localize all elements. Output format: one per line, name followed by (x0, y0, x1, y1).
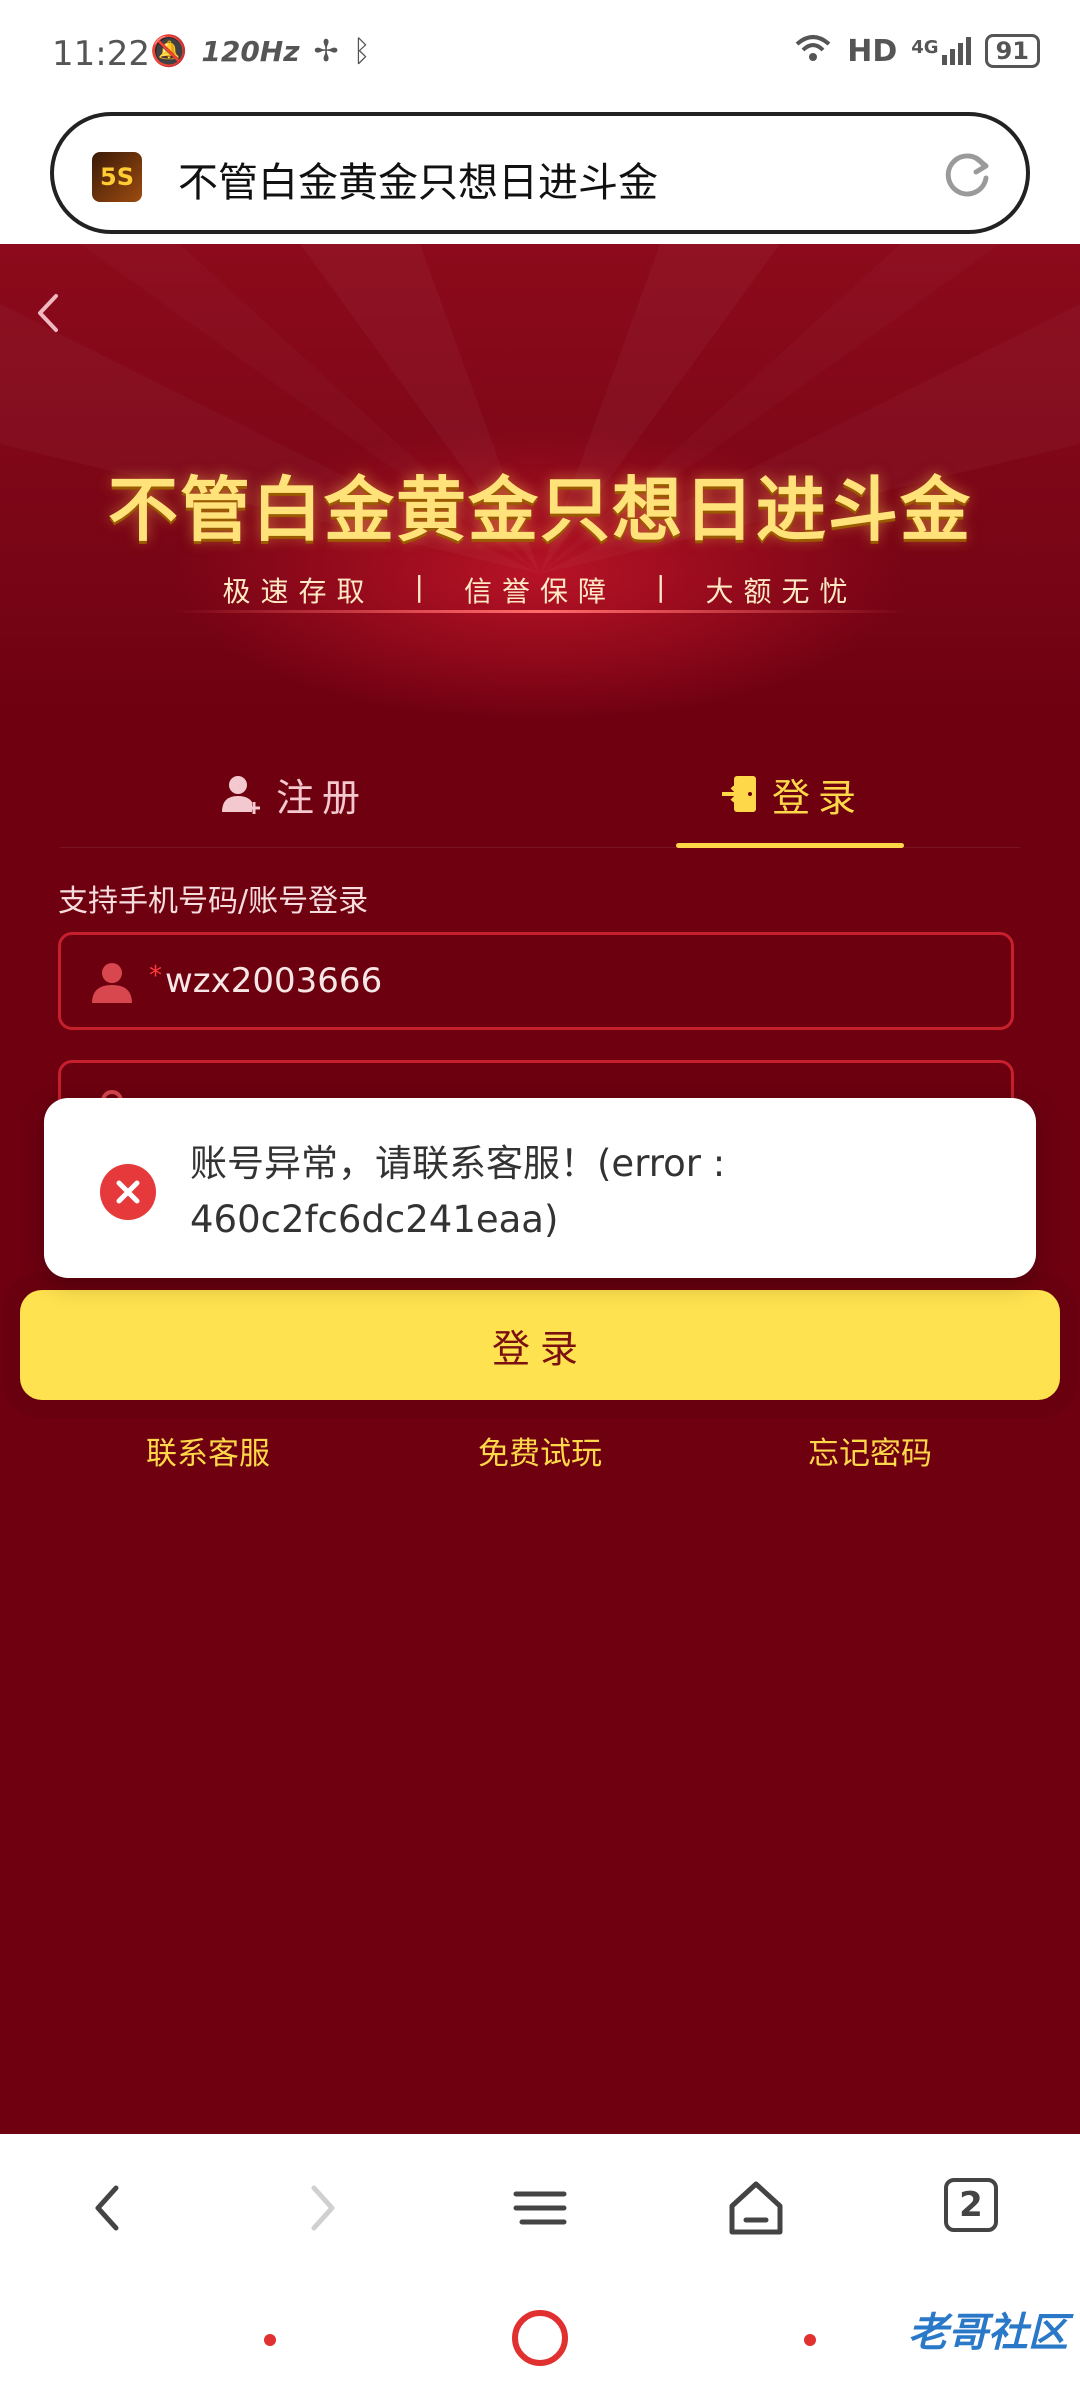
wifi-icon (793, 32, 833, 70)
browser-home-icon[interactable] (724, 2176, 788, 2240)
browser-back-icon[interactable] (76, 2176, 140, 2240)
tab-count-button[interactable]: 2 (944, 2178, 998, 2232)
free-trial-link[interactable]: 免费试玩 (478, 1428, 602, 1473)
status-time: 11:22 (52, 34, 150, 74)
recents-dot[interactable] (264, 2334, 276, 2346)
error-message: 账号异常，请联系客服！(error : 460c2fc6dc241eaa) (190, 1142, 726, 1241)
login-button[interactable]: 登录 (20, 1290, 1060, 1400)
status-icons-right: HD 4G 91 (793, 32, 1040, 70)
network-type: HD (847, 33, 898, 69)
error-icon (100, 1164, 156, 1220)
signal-icon: 4G (911, 37, 971, 65)
account-input-value[interactable]: wzx2003666 (165, 961, 382, 1001)
required-mark: * (149, 961, 162, 991)
back-arrow-icon[interactable] (28, 288, 68, 338)
slogan-separator-1: | (414, 570, 424, 603)
fan-icon: ✢ (313, 34, 339, 69)
signal-type: 4G (911, 37, 939, 58)
tab-login-label: 登录 (772, 775, 865, 820)
address-bar[interactable]: 5S 不管白金黄金只想日进斗金 (50, 112, 1030, 234)
browser-nav-bar: 2 (0, 2134, 1080, 2280)
account-field[interactable]: * wzx2003666 (58, 932, 1014, 1030)
status-bar: 11:22 🔕 120Hz ✢ ᛒ HD 4G 91 (0, 0, 1080, 108)
auth-tabs: 注册 登录 (0, 744, 1080, 848)
back-dot[interactable] (804, 2334, 816, 2346)
contact-support-link[interactable]: 联系客服 (146, 1428, 270, 1473)
hero-banner: 不管白金黄金只想日进斗金 极速存取 | 信誉保障 | 大额无忧 (0, 244, 1080, 724)
hero-title: 不管白金黄金只想日进斗金 (108, 468, 972, 551)
helper-links: 联系客服 免费试玩 忘记密码 (0, 1428, 1080, 1478)
slogan-3: 大额无忧 (705, 575, 858, 608)
login-hint: 支持手机号码/账号登录 (58, 884, 369, 919)
tab-login[interactable]: 登录 (720, 744, 864, 844)
status-icons-left: 🔕 120Hz ✢ ᛒ (150, 34, 371, 69)
site-logo: 5S (92, 152, 142, 202)
slogan-2: 信誉保障 (463, 575, 616, 608)
hero-underline (170, 610, 910, 613)
mute-icon: 🔕 (150, 34, 188, 69)
page-title-in-address-bar[interactable]: 不管白金黄金只想日进斗金 (178, 150, 658, 208)
forgot-password-link[interactable]: 忘记密码 (808, 1428, 932, 1473)
watermark-logo: 老哥社区 (908, 2310, 1068, 2356)
user-icon (92, 963, 132, 1003)
slogan-1: 极速存取 (222, 575, 375, 608)
refresh-rate-indicator: 120Hz (201, 35, 300, 68)
login-door-icon (722, 776, 756, 812)
home-button[interactable] (512, 2310, 568, 2366)
bluetooth-icon: ᛒ (352, 34, 371, 69)
error-toast: 账号异常，请联系客服！(error : 460c2fc6dc241eaa) (44, 1098, 1036, 1278)
slogan-separator-2: | (656, 570, 666, 603)
add-user-icon (222, 776, 260, 814)
browser-forward-icon[interactable] (290, 2176, 354, 2240)
active-tab-indicator (676, 843, 904, 848)
system-nav-bar: 老哥社区 (0, 2280, 1080, 2400)
menu-icon[interactable] (508, 2176, 572, 2240)
tab-register-label: 注册 (276, 775, 369, 820)
hero-slogans: 极速存取 | 信誉保障 | 大额无忧 (0, 570, 1080, 610)
tab-register[interactable]: 注册 (220, 744, 368, 844)
reload-icon[interactable] (938, 146, 996, 204)
battery-indicator: 91 (984, 34, 1040, 68)
